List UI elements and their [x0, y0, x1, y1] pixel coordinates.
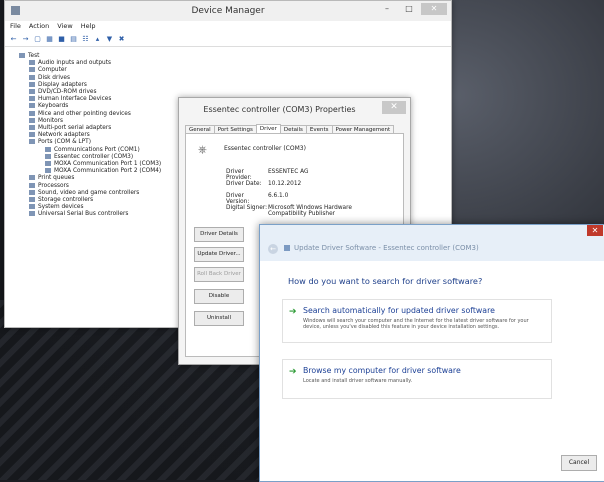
close-button[interactable]: ✕ [587, 225, 603, 236]
hid-icon [29, 96, 35, 102]
tree-item[interactable]: Keyboards [19, 103, 161, 110]
monitor-icon [29, 117, 35, 123]
search-automatically-option[interactable]: ➔ Search automatically for updated drive… [282, 299, 552, 343]
tree-item[interactable]: Display adapters [19, 81, 161, 89]
port-icon [45, 161, 51, 167]
keyboard-icon [29, 103, 35, 109]
search-question: How do you want to search for driver sof… [288, 276, 483, 286]
back-arrow-icon[interactable]: ← [268, 244, 278, 254]
port-icon [45, 146, 51, 152]
dvd-icon [29, 89, 35, 95]
browse-computer-option[interactable]: ➔ Browse my computer for driver software… [282, 359, 552, 399]
device-tree: Test Audio inputs and outputs Computer D… [19, 53, 161, 219]
update-driver-button[interactable]: Update Driver... [194, 247, 244, 262]
system-icon [29, 204, 35, 210]
minimize-button[interactable]: – [377, 3, 397, 15]
audio-icon [29, 60, 35, 66]
tree-item[interactable]: Storage controllers [19, 197, 161, 204]
tab-driver[interactable]: Driver [255, 124, 281, 133]
device-name: Essentec controller (COM3) [224, 145, 306, 152]
tree-item[interactable]: Disk drives [19, 74, 161, 82]
green-arrow-icon: ➔ [289, 367, 297, 377]
option-heading: Browse my computer for driver software [303, 366, 461, 375]
mouse-icon [29, 110, 35, 116]
update-driver-dialog: ✕ ← Update Driver Software - Essentec co… [259, 224, 604, 482]
show-hide-tree-icon[interactable]: ▦ [45, 35, 54, 44]
update-dialog-header: ✕ ← Update Driver Software - Essentec co… [260, 225, 604, 261]
processor-icon [29, 182, 35, 188]
tree-item[interactable]: Network adapters [19, 132, 161, 139]
title-bar: Device Manager – □ ✕ [5, 1, 451, 21]
sound-icon [29, 189, 35, 195]
close-button[interactable]: ✕ [421, 3, 447, 15]
dialog-title-bar: Essentec controller (COM3) Properties ✕ [179, 98, 410, 120]
tree-item-ports[interactable]: Ports (COM & LPT) [19, 139, 161, 146]
help-icon[interactable]: ■ [57, 35, 66, 44]
tree-item[interactable]: Audio inputs and outputs [19, 60, 161, 67]
port-item[interactable]: MOXA Communication Port 1 (COM3) [19, 161, 161, 168]
port-icon [29, 139, 35, 145]
storage-icon [29, 197, 35, 203]
tree-item[interactable]: Universal Serial Bus controllers [19, 211, 161, 218]
device-icon [284, 245, 290, 251]
tree-item[interactable]: Monitors [19, 117, 161, 125]
up-icon[interactable]: ▢ [33, 35, 42, 44]
tree-item[interactable]: Print queues [19, 175, 161, 182]
disable-button[interactable]: Disable [194, 289, 244, 304]
port-icon [45, 153, 51, 159]
tree-item[interactable]: Mice and other pointing devices [19, 110, 161, 118]
toolbar: ← → ▢ ▦ ■ ▤ ☷ ▴ ▼ ✖ [5, 32, 451, 47]
scan-hardware-icon[interactable]: ☷ [81, 35, 90, 44]
display-icon [29, 81, 35, 87]
tree-item[interactable]: System devices [19, 204, 161, 211]
tree-item[interactable]: Human Interface Devices [19, 96, 161, 103]
option-description: Windows will search your computer and th… [303, 318, 529, 330]
computer-icon [29, 67, 35, 73]
printer-icon [29, 175, 35, 181]
uninstall-button[interactable]: Uninstall [194, 311, 244, 326]
port-item[interactable]: Communications Port (COM1) [19, 146, 161, 154]
computer-icon [19, 53, 25, 58]
close-icon[interactable]: ✕ [382, 101, 406, 114]
green-arrow-icon: ➔ [289, 307, 297, 317]
port-icon [45, 168, 51, 174]
option-description: Locate and install driver software manua… [303, 378, 413, 384]
maximize-button[interactable]: □ [399, 3, 419, 15]
menu-action[interactable]: Action [29, 21, 49, 32]
roll-back-driver-button[interactable]: Roll Back Driver [194, 267, 244, 282]
disable-device-icon[interactable]: ▼ [105, 35, 114, 44]
serial-icon [29, 125, 35, 131]
update-driver-icon[interactable]: ▴ [93, 35, 102, 44]
tree-item[interactable]: DVD/CD-ROM drives [19, 89, 161, 96]
menu-view[interactable]: View [57, 21, 72, 32]
usb-icon [29, 211, 35, 217]
driver-details-button[interactable]: Driver Details [194, 227, 244, 242]
tree-item[interactable]: Sound, video and game controllers [19, 189, 161, 197]
properties-icon[interactable]: ▤ [69, 35, 78, 44]
disk-icon [29, 74, 35, 80]
driver-version-row: Driver Version:6.6.1.0 [226, 193, 289, 205]
driver-date-row: Driver Date: 10.12.2012 [226, 181, 302, 187]
cancel-button[interactable]: Cancel [561, 455, 597, 471]
digital-signer-row: Digital Signer:Microsoft Windows Hardwar… [226, 205, 352, 217]
port-device-icon: ⎈ [198, 143, 207, 156]
driver-provider-row: Driver Provider:ESSENTEC AG [226, 169, 309, 181]
tree-item[interactable]: Computer [19, 67, 161, 74]
uninstall-device-icon[interactable]: ✖ [117, 35, 126, 44]
back-icon[interactable]: ← [9, 35, 18, 44]
tree-root[interactable]: Test [19, 53, 161, 60]
option-heading: Search automatically for updated driver … [303, 306, 495, 315]
menu-bar: File Action View Help [5, 21, 451, 32]
port-item[interactable]: MOXA Communication Port 2 (COM4) [19, 168, 161, 175]
forward-icon[interactable]: → [21, 35, 30, 44]
menu-help[interactable]: Help [81, 21, 96, 32]
network-icon [29, 132, 35, 138]
menu-file[interactable]: File [10, 21, 21, 32]
update-dialog-title-wrap: Update Driver Software - Essentec contro… [284, 244, 479, 252]
tree-item[interactable]: Multi-port serial adapters [19, 125, 161, 132]
port-item[interactable]: Essentec controller (COM3) [19, 153, 161, 161]
tree-item[interactable]: Processors [19, 182, 161, 190]
update-dialog-title: Update Driver Software - Essentec contro… [294, 244, 479, 252]
dialog-title: Essentec controller (COM3) Properties [203, 105, 356, 114]
